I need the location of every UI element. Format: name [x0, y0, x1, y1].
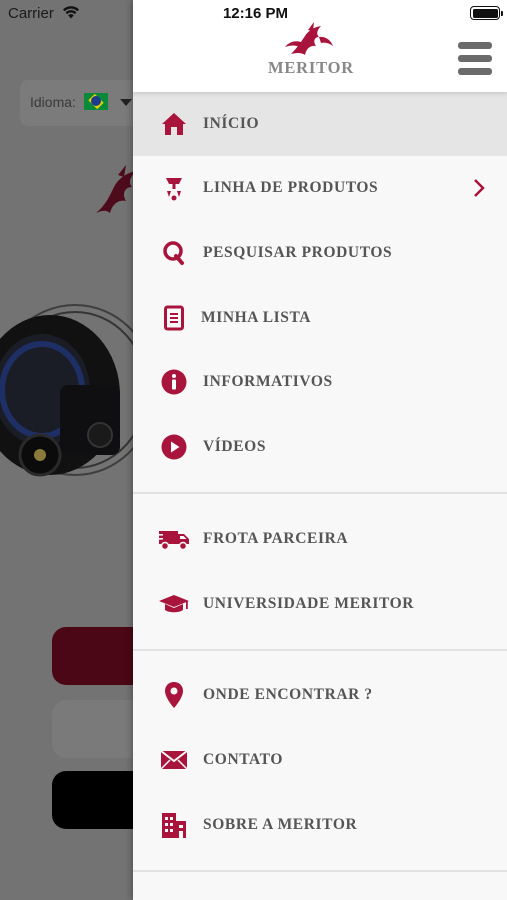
menu-item-label: MINHA LISTA [201, 309, 312, 326]
side-menu-drawer: MERITOR INÍCIO LINHA DE PRODUTOS PESQUIS… [133, 0, 507, 900]
hamburger-menu-button[interactable] [458, 42, 492, 75]
menu-item-pesquisar-produtos[interactable]: PESQUISAR PRODUTOS [133, 221, 507, 285]
play-icon [155, 431, 193, 463]
hamburger-icon-line [458, 55, 492, 62]
menu-item-universidade-meritor[interactable]: UNIVERSIDADE MERITOR [133, 572, 507, 636]
menu-item-label: FROTA PARCEIRA [203, 530, 349, 547]
hamburger-icon [458, 42, 492, 49]
graduation-cap-icon [155, 588, 193, 620]
caret-down-icon [120, 99, 132, 106]
home-icon [155, 108, 193, 140]
truck-icon [155, 523, 193, 555]
envelope-icon [155, 744, 193, 776]
menu-item-informativos[interactable]: INFORMATIVOS [133, 350, 507, 414]
menu-item-contato[interactable]: CONTATO [133, 728, 507, 792]
menu-item-inicio[interactable]: INÍCIO [133, 92, 507, 156]
status-time: 12:16 PM [222, 5, 289, 22]
search-icon [155, 237, 193, 269]
info-icon [155, 366, 193, 398]
menu-item-label: LINHA DE PRODUTOS [203, 179, 379, 196]
menu-item-frota-parceira[interactable]: FROTA PARCEIRA [133, 507, 507, 571]
product-line-icon [155, 172, 193, 204]
hamburger-icon-line [458, 68, 492, 75]
list-icon [155, 302, 193, 334]
battery-icon [470, 6, 503, 20]
menu-item-label: UNIVERSIDADE MERITOR [203, 595, 415, 612]
menu-item-onde-encontrar[interactable]: ONDE ENCONTRAR ? [133, 663, 507, 727]
menu-item-label: VÍDEOS [203, 438, 267, 455]
menu-item-label: CONTATO [203, 751, 283, 768]
brand-name: MERITOR [268, 58, 354, 77]
chevron-right-icon [474, 179, 485, 197]
menu-item-linha-de-produtos[interactable]: LINHA DE PRODUTOS [133, 156, 507, 220]
meritor-logo[interactable]: MERITOR [261, 22, 361, 80]
location-pin-icon [155, 679, 193, 711]
menu-item-label: SOBRE A MERITOR [203, 816, 358, 833]
menu-item-sobre-a-meritor[interactable]: SOBRE A MERITOR [133, 793, 507, 857]
menu-item-videos[interactable]: VÍDEOS [133, 415, 507, 479]
menu-item-minha-lista[interactable]: MINHA LISTA [133, 286, 507, 350]
menu-item-label: ONDE ENCONTRAR ? [203, 686, 373, 703]
meritor-griffin-icon [285, 22, 333, 55]
menu-item-label: PESQUISAR PRODUTOS [203, 244, 393, 261]
brazil-flag-icon [84, 93, 108, 110]
menu-divider [133, 492, 507, 494]
language-label: Idioma: [30, 94, 76, 110]
product-image [0, 304, 150, 477]
menu-divider [133, 649, 507, 651]
building-icon [155, 809, 193, 841]
menu-item-label: INFORMATIVOS [203, 373, 333, 390]
menu-item-label: INÍCIO [203, 115, 260, 132]
menu-divider [133, 870, 507, 872]
